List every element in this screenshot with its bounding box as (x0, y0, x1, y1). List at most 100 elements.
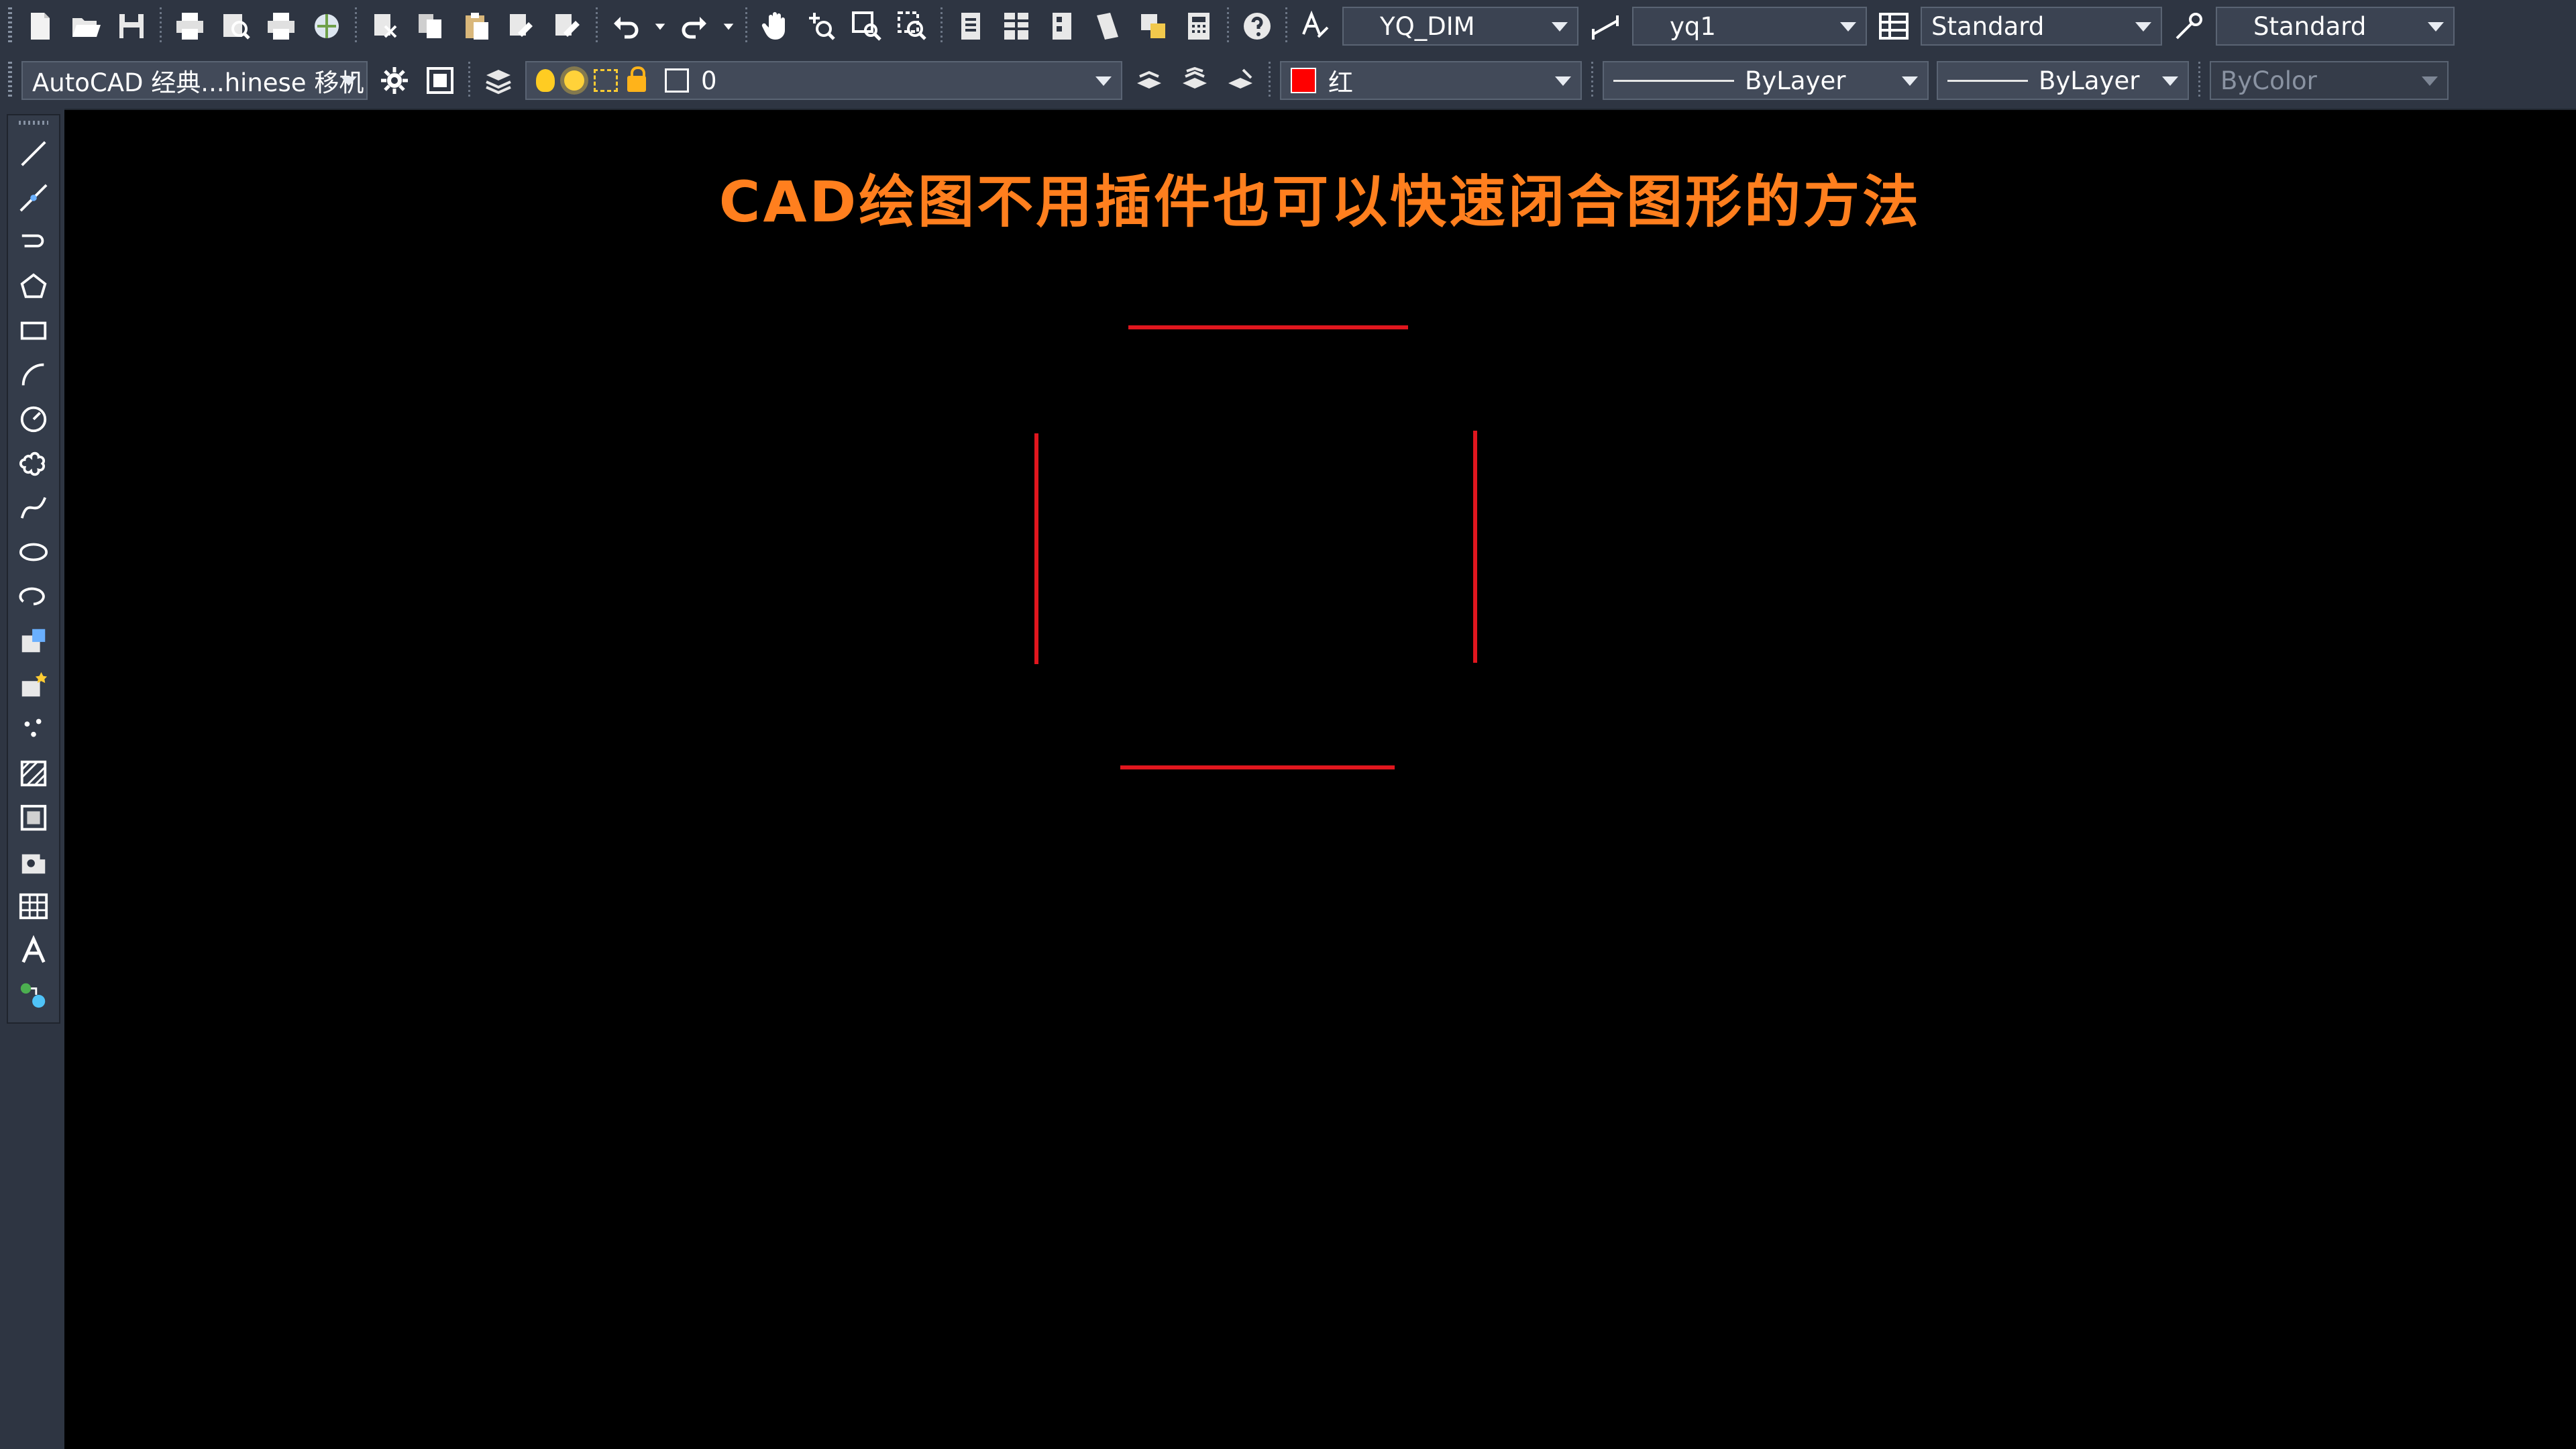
table-style-value: Standard (1931, 11, 2045, 41)
make-object-layer-current-icon[interactable] (1129, 60, 1169, 101)
save-icon[interactable] (111, 6, 152, 46)
pan-icon[interactable] (755, 6, 796, 46)
chevron-down-icon (1555, 76, 1571, 86)
quickcalc-icon[interactable] (1179, 6, 1219, 46)
lineweight-select[interactable]: ByLayer (1937, 61, 2189, 100)
properties-icon[interactable] (951, 6, 991, 46)
spline-icon[interactable] (13, 488, 54, 528)
ellipse-arc-icon[interactable] (13, 576, 54, 616)
text-style-icon[interactable] (1295, 6, 1336, 46)
plot-preview-icon[interactable] (215, 6, 256, 46)
mtext-icon[interactable] (13, 930, 54, 971)
revision-cloud-icon[interactable] (13, 443, 54, 484)
cut-icon[interactable] (365, 6, 405, 46)
help-icon[interactable] (1237, 6, 1277, 46)
layer-properties-icon[interactable] (478, 60, 519, 101)
toolbar-grip[interactable] (8, 62, 12, 99)
layer-select[interactable]: 0 (525, 61, 1122, 100)
dim-style-select[interactable]: YQ_DIM (1342, 7, 1578, 46)
plot-icon[interactable] (170, 6, 210, 46)
workspace-settings-icon[interactable] (374, 60, 415, 101)
polyline-icon[interactable] (13, 222, 54, 262)
layer-thaw-icon (564, 70, 584, 91)
paste-icon[interactable] (456, 6, 496, 46)
ellipse-icon[interactable] (13, 532, 54, 572)
workspace-value: AutoCAD 经典...hinese 移机 (32, 68, 364, 97)
chevron-down-icon (2135, 22, 2151, 32)
markup-icon[interactable] (1133, 6, 1173, 46)
layer-previous-icon[interactable] (1175, 60, 1215, 101)
match-properties-icon[interactable] (502, 6, 542, 46)
new-icon[interactable] (20, 6, 60, 46)
table-style-icon[interactable] (1874, 6, 1914, 46)
design-center-icon[interactable] (996, 6, 1036, 46)
multileader-style-icon[interactable] (2169, 6, 2209, 46)
table-icon[interactable] (13, 886, 54, 926)
chevron-down-icon (2428, 22, 2444, 32)
standard-toolbar: YQ_DIM yq1 Standard Standard (0, 0, 2576, 52)
layer-color-swatch (665, 68, 689, 93)
clean-screen-icon[interactable] (420, 60, 460, 101)
redo-icon[interactable] (674, 6, 714, 46)
toolbar-separator (468, 62, 470, 99)
toolbar-grip[interactable] (19, 121, 48, 125)
chevron-down-icon (1095, 76, 1112, 86)
toolbar-separator (1591, 62, 1593, 99)
chevron-down-icon (1840, 22, 1856, 32)
workspace-select[interactable]: AutoCAD 经典...hinese 移机 (21, 61, 368, 100)
construction-line-icon[interactable] (13, 178, 54, 218)
multileader-style-value: Standard (2253, 11, 2367, 41)
zoom-window-icon[interactable] (847, 6, 887, 46)
dim-style-value: YQ_DIM (1380, 11, 1475, 41)
drawing-canvas[interactable]: CAD绘图不用插件也可以快速闭合图形的方法 (64, 110, 2576, 1449)
region-icon[interactable] (13, 842, 54, 882)
polygon-icon[interactable] (13, 266, 54, 307)
linetype-value: ByLayer (1745, 66, 1846, 95)
drawing-geometry (1034, 325, 1477, 769)
text-style-select[interactable]: yq1 (1632, 7, 1867, 46)
layer-value: 0 (701, 66, 717, 95)
3d-dwf-icon[interactable] (307, 6, 347, 46)
open-icon[interactable] (66, 6, 106, 46)
zoom-realtime-icon[interactable] (801, 6, 841, 46)
layer-states-icon[interactable] (1220, 60, 1260, 101)
zoom-previous-icon[interactable] (892, 6, 932, 46)
linetype-select[interactable]: ByLayer (1603, 61, 1929, 100)
toolbar-separator (596, 7, 598, 45)
make-block-icon[interactable] (13, 665, 54, 705)
insert-block-icon[interactable] (13, 621, 54, 661)
undo-icon[interactable] (606, 6, 646, 46)
redo-dropdown-icon[interactable] (720, 6, 737, 46)
color-select[interactable]: 红 (1280, 61, 1582, 100)
arc-icon[interactable] (13, 355, 54, 395)
point-icon[interactable] (13, 709, 54, 749)
copy-icon[interactable] (411, 6, 451, 46)
block-editor-icon[interactable] (547, 6, 588, 46)
tool-palettes-icon[interactable] (1042, 6, 1082, 46)
dim-style-icon[interactable] (1585, 6, 1625, 46)
add-selected-icon[interactable] (13, 975, 54, 1015)
publish-icon[interactable] (261, 6, 301, 46)
toolbar-grip[interactable] (8, 7, 12, 45)
layer-viewport-icon (594, 69, 618, 92)
plot-style-value: ByColor (2220, 66, 2317, 95)
toolbar-separator (2198, 62, 2200, 99)
autocad-window: YQ_DIM yq1 Standard Standard AutoCAD 经典.… (0, 0, 2576, 1449)
table-style-select[interactable]: Standard (1921, 7, 2162, 46)
line-icon[interactable] (13, 133, 54, 174)
toolbar-separator (1285, 7, 1287, 45)
hatch-icon[interactable] (13, 753, 54, 794)
sheet-set-icon[interactable] (1087, 6, 1128, 46)
layers-properties-toolbar: AutoCAD 经典...hinese 移机 0 红 ByLayer ByLay… (0, 52, 2576, 110)
rectangle-icon[interactable] (13, 311, 54, 351)
lineweight-value: ByLayer (2039, 66, 2140, 95)
toolbar-separator (355, 7, 357, 45)
draw-toolbar (7, 114, 60, 1024)
gradient-icon[interactable] (13, 798, 54, 838)
draw-toolbar-dock (0, 109, 64, 1449)
circle-icon[interactable] (13, 399, 54, 439)
lineweight-sample (1947, 79, 2028, 82)
undo-dropdown-icon[interactable] (651, 6, 669, 46)
chevron-down-icon (1552, 22, 1568, 32)
multileader-style-select[interactable]: Standard (2216, 7, 2455, 46)
